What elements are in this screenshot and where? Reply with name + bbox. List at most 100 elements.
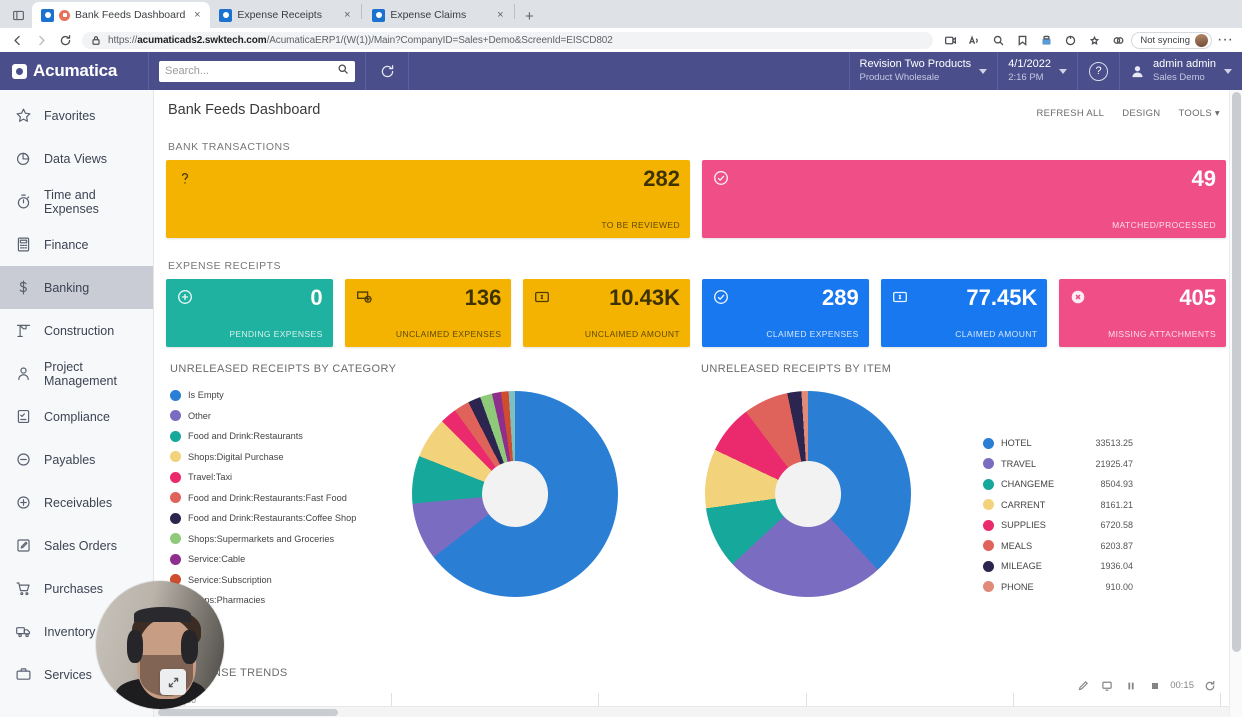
tile-claimed-expenses[interactable]: 289 CLAIMED EXPENSES: [702, 279, 869, 347]
tile-value: 289: [821, 285, 859, 310]
search-icon[interactable]: [337, 62, 349, 80]
check-circle-icon: [712, 288, 730, 306]
sidebar-item-favorites[interactable]: Favorites: [0, 94, 153, 137]
add-favorite-icon[interactable]: [1011, 29, 1033, 51]
legend-label: Food and Drink:Restaurants: [188, 431, 303, 442]
company-selector[interactable]: Revision Two Products Product Wholesale: [848, 52, 998, 90]
tile-label: MATCHED/PROCESSED: [1112, 220, 1216, 230]
recorder-toolbar: 00:15: [1072, 676, 1220, 695]
zoom-icon[interactable]: [987, 29, 1009, 51]
address-bar[interactable]: https://acumaticads2.swktech.com/Acumati…: [82, 31, 934, 49]
refresh-all-button[interactable]: REFRESH ALL: [1037, 108, 1105, 119]
legend-label: Shops:Digital Purchase: [188, 451, 284, 462]
search-input[interactable]: [165, 65, 330, 77]
sidebar-item-project-management[interactable]: Project Management: [0, 352, 153, 395]
back-icon[interactable]: [6, 29, 28, 51]
app-brand-label: Acumatica: [33, 61, 118, 80]
sidebar-item-time-and-expenses[interactable]: Time and Expenses: [0, 180, 153, 223]
browser-tab-1[interactable]: Expense Receipts ×: [210, 2, 360, 28]
sidebar-item-payables[interactable]: Payables: [0, 438, 153, 481]
sync-status-label: Not syncing: [1140, 34, 1190, 46]
page-horizontal-scrollbar[interactable]: [154, 706, 1229, 717]
sidebar-item-compliance[interactable]: Compliance: [0, 395, 153, 438]
profile-sync-button[interactable]: Not syncing: [1131, 31, 1212, 49]
minus-circle-icon: [14, 451, 32, 469]
page-vertical-scrollbar[interactable]: [1229, 90, 1242, 717]
tab-search-icon[interactable]: [4, 2, 32, 28]
tile-pending-expenses[interactable]: 0 PENDING EXPENSES: [166, 279, 333, 347]
extensions-icon[interactable]: [1035, 29, 1057, 51]
stop-icon[interactable]: [1144, 676, 1165, 695]
donut-chart-category[interactable]: [412, 391, 618, 597]
tab-divider: [514, 4, 516, 19]
scrollbar-thumb[interactable]: [158, 709, 338, 716]
legend-swatch: [983, 458, 994, 470]
tab-close-icon[interactable]: ×: [340, 8, 354, 22]
scrollbar-thumb[interactable]: [1232, 92, 1241, 652]
tile-missing-attachments[interactable]: 405 MISSING ATTACHMENTS: [1059, 279, 1227, 347]
tile-unclaimed-amount[interactable]: 10.43K UNCLAIMED AMOUNT: [523, 279, 691, 347]
tile-matched-processed[interactable]: 49 MATCHED/PROCESSED: [702, 160, 1226, 238]
legend-label: Food and Drink:Restaurants:Coffee Shop: [188, 513, 357, 524]
legend-item[interactable]: CHANGEME 8504.93: [983, 474, 1133, 495]
bank-transactions-tiles: 282 TO BE REVIEWED 49 MATCHED/PROCESSED: [164, 160, 1226, 238]
browser-essentials-icon[interactable]: [1059, 29, 1081, 51]
reload-icon[interactable]: [54, 29, 76, 51]
page-title: Bank Feeds Dashboard: [168, 102, 321, 118]
user-menu[interactable]: admin admin Sales Demo: [1119, 52, 1242, 90]
tile-to-be-reviewed[interactable]: 282 TO BE REVIEWED: [166, 160, 690, 238]
pie-chart-icon: [14, 150, 32, 168]
tab-title: Expense Receipts: [237, 9, 322, 21]
crane-icon: [14, 322, 32, 340]
tools-menu-button[interactable]: TOOLS ▾: [1178, 108, 1220, 119]
help-button[interactable]: ?: [1077, 52, 1119, 90]
sidebar-item-label: Compliance: [44, 409, 111, 424]
legend-item[interactable]: MILEAGE 1936.04: [983, 556, 1133, 577]
dashboard: Bank Feeds Dashboard REFRESH ALL DESIGN …: [154, 90, 1242, 611]
chart-legend-right: HOTEL 33513.25 TRAVEL 21925.47 CHANGEME 850…: [983, 433, 1133, 597]
restart-icon[interactable]: [1199, 676, 1220, 695]
sidebar-item-sales-orders[interactable]: Sales Orders: [0, 524, 153, 567]
screenshot-icon[interactable]: [939, 29, 961, 51]
tab-close-icon[interactable]: ×: [190, 8, 204, 22]
browser-menu-icon[interactable]: ···: [1214, 29, 1236, 51]
pen-icon[interactable]: [1072, 676, 1093, 695]
sidebar-item-receivables[interactable]: Receivables: [0, 481, 153, 524]
forward-icon[interactable]: [30, 29, 52, 51]
legend-item[interactable]: MEALS 6203.87: [983, 536, 1133, 557]
sidebar-item-banking[interactable]: Banking: [0, 266, 153, 309]
business-date-selector[interactable]: 4/1/2022 2:16 PM: [997, 52, 1077, 90]
person-badge-icon: [14, 365, 32, 383]
tile-claimed-amount[interactable]: 77.45K CLAIMED AMOUNT: [880, 279, 1048, 347]
refresh-button[interactable]: [365, 52, 409, 90]
split-screen-icon[interactable]: [1107, 29, 1129, 51]
global-search[interactable]: [159, 60, 355, 82]
app-logo[interactable]: Acumatica: [0, 52, 148, 90]
sidebar-item-data-views[interactable]: Data Views: [0, 137, 153, 180]
legend-item[interactable]: SUPPLIES 6720.58: [983, 515, 1133, 536]
lock-icon: [90, 32, 102, 49]
expand-webcam-button[interactable]: [160, 669, 186, 695]
pause-icon[interactable]: [1120, 676, 1141, 695]
tile-label: PENDING EXPENSES: [229, 329, 323, 339]
sidebar-item-finance[interactable]: Finance: [0, 223, 153, 266]
browser-tab-0[interactable]: Bank Feeds Dashboard ×: [32, 2, 211, 28]
chart-unreleased-by-category: UNRELEASED RECEIPTS BY CATEGORY Is Empty…: [164, 363, 695, 611]
legend-item[interactable]: PHONE 910.00: [983, 577, 1133, 598]
legend-swatch: [983, 560, 994, 572]
tile-unclaimed-expenses[interactable]: 136 UNCLAIMED EXPENSES: [344, 279, 512, 347]
screen-icon[interactable]: [1096, 676, 1117, 695]
legend-item[interactable]: HOTEL 33513.25: [983, 433, 1133, 454]
sidebar-item-construction[interactable]: Construction: [0, 309, 153, 352]
legend-item[interactable]: CARRENT 8161.21: [983, 495, 1133, 516]
donut-chart-item[interactable]: [705, 391, 911, 597]
tab-title: Expense Claims: [390, 9, 467, 21]
new-tab-button[interactable]: +: [516, 4, 542, 28]
chart-body: HOTEL 33513.25 TRAVEL 21925.47 CHANGEME 850…: [695, 385, 1226, 597]
legend-item[interactable]: TRAVEL 21925.47: [983, 454, 1133, 475]
collections-icon[interactable]: [1083, 29, 1105, 51]
read-aloud-icon[interactable]: [963, 29, 985, 51]
tab-close-icon[interactable]: ×: [493, 8, 507, 22]
browser-tab-2[interactable]: Expense Claims ×: [363, 2, 513, 28]
design-button[interactable]: DESIGN: [1122, 108, 1160, 119]
